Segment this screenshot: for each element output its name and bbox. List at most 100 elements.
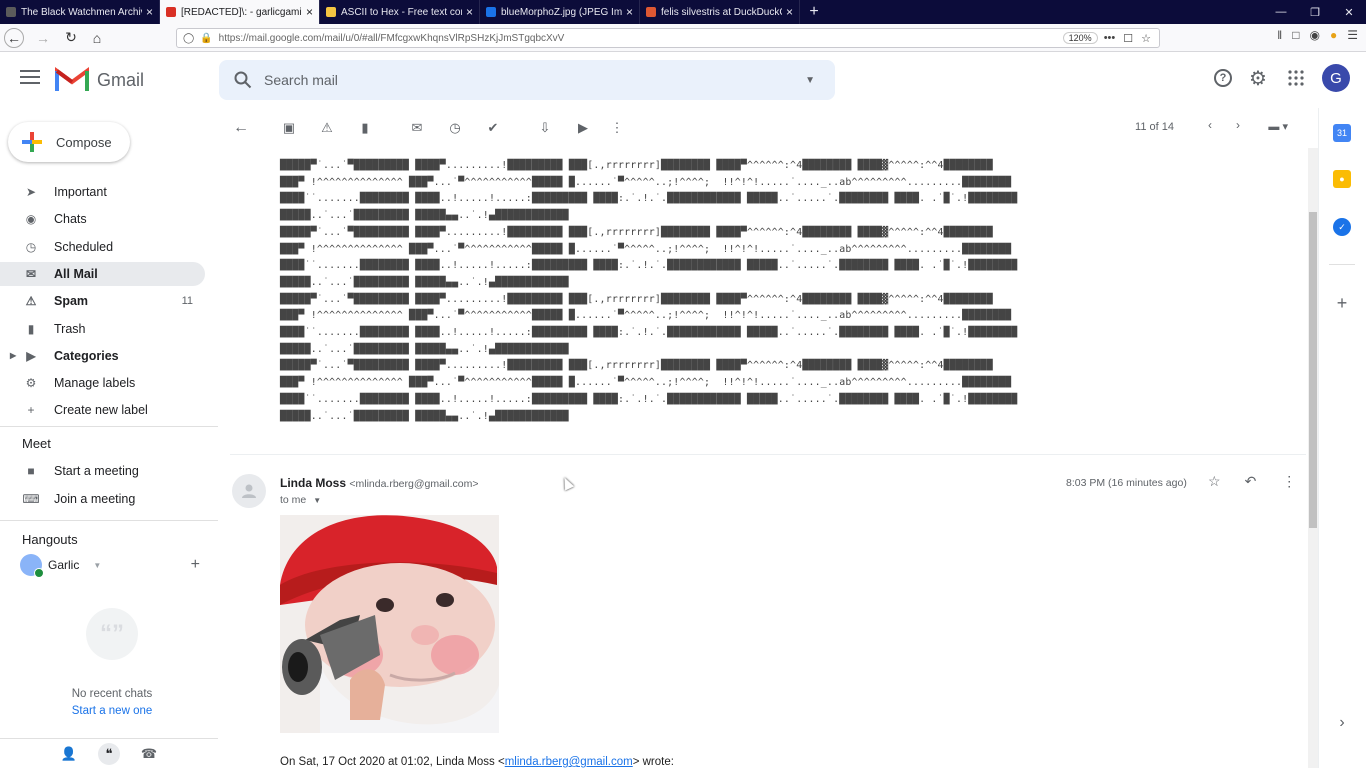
sidebar-item-categories[interactable]: ▶ ▶ Categories — [0, 344, 205, 368]
new-tab-button[interactable]: + — [800, 0, 828, 24]
report-spam-icon[interactable]: ⚠ — [317, 118, 337, 138]
more-options-icon[interactable]: ⋮ — [1282, 473, 1296, 490]
chat-bubble-icon: “” — [86, 608, 138, 660]
close-window-icon[interactable]: ✕ — [1332, 0, 1366, 24]
browser-tab[interactable]: blueMorphoZ.jpg (JPEG Image × — [480, 0, 640, 24]
archive-icon[interactable]: ▣ — [279, 118, 299, 138]
gmail-logo[interactable]: Gmail — [55, 67, 144, 93]
close-tab-icon[interactable]: × — [786, 5, 793, 19]
browser-tab[interactable]: [REDACTED]\: - garlicgaming × — [160, 0, 320, 24]
browser-tab[interactable]: felis silvestris at DuckDuckGo × — [640, 0, 800, 24]
close-tab-icon[interactable]: × — [306, 5, 313, 19]
forward-icon[interactable]: → — [32, 27, 54, 49]
more-vert-icon[interactable]: ⋮ — [607, 118, 627, 138]
menu-icon[interactable]: ☰ — [1347, 28, 1358, 42]
help-icon[interactable]: ? — [1214, 69, 1232, 87]
add-chat-icon[interactable]: + — [191, 556, 200, 574]
maximize-icon[interactable]: ❐ — [1298, 0, 1332, 24]
keep-icon[interactable]: ● — [1333, 170, 1351, 188]
extension-icon[interactable]: ● — [1330, 28, 1337, 42]
start-meeting-item[interactable]: ■ Start a meeting — [0, 459, 205, 483]
older-chevron-icon[interactable]: › — [1236, 118, 1240, 132]
calendar-icon[interactable]: 31 — [1333, 124, 1351, 142]
home-icon[interactable]: ⌂ — [86, 27, 108, 49]
expand-caret-icon[interactable]: ▶ — [10, 351, 16, 360]
tab-favicon-icon — [486, 7, 496, 17]
back-to-list-icon[interactable]: ← — [231, 118, 251, 138]
browser-tab[interactable]: ASCII to Hex - Free text conve × — [320, 0, 480, 24]
compose-button[interactable]: Compose — [8, 122, 130, 162]
scrollbar-thumb[interactable] — [1309, 212, 1317, 528]
apps-grid-icon[interactable] — [1284, 66, 1308, 90]
mark-unread-icon[interactable]: ✉ — [407, 118, 427, 138]
message-view: █████▀˙...˙▀█████████ ████▀.........!███… — [218, 148, 1308, 768]
sender-avatar — [232, 474, 266, 508]
message-scrollbar[interactable] — [1308, 148, 1318, 768]
search-input[interactable]: Search mail — [264, 72, 805, 88]
input-tools-icon[interactable]: ▬ ▾ — [1268, 120, 1288, 133]
delete-icon[interactable]: ▮ — [355, 118, 375, 138]
sidebar-item-spam[interactable]: ⚠ Spam 11 — [0, 289, 205, 313]
shield-icon: ◯ — [183, 32, 195, 44]
main-menu-icon[interactable] — [20, 70, 40, 88]
sender-name[interactable]: Linda Moss — [280, 476, 346, 490]
labels-icon[interactable]: ▶ — [573, 118, 593, 138]
start-new-chat-link[interactable]: Start a new one — [0, 705, 224, 717]
reply-icon[interactable]: ↶ — [1245, 473, 1257, 490]
account-icon[interactable]: ◉ — [1310, 28, 1320, 42]
newer-chevron-icon[interactable]: ‹ — [1208, 118, 1212, 132]
bookmark-star-icon[interactable]: ☆ — [1141, 32, 1151, 45]
sidebar-item-all-mail[interactable]: ✉ All Mail — [0, 261, 205, 286]
sidebar-toggle-icon[interactable]: □ — [1292, 28, 1299, 42]
search-icon[interactable] — [234, 71, 252, 89]
browser-tab[interactable]: The Black Watchmen Archive S × — [0, 0, 160, 24]
status-dropdown-icon[interactable]: ▼ — [93, 561, 101, 570]
close-tab-icon[interactable]: × — [146, 5, 153, 19]
show-details-icon[interactable]: ▼ — [313, 496, 321, 505]
zoom-level[interactable]: 120% — [1062, 32, 1098, 44]
more-actions-icon[interactable]: ••• — [1104, 32, 1116, 45]
phone-icon[interactable]: ☎ — [138, 743, 160, 765]
expand-panel-chevron-icon[interactable]: › — [1333, 714, 1351, 732]
gmail-header: Gmail Search mail ▼ ? ⚙ G — [0, 52, 1366, 108]
library-icon[interactable]: ‖ — [1277, 28, 1282, 42]
join-meeting-item[interactable]: ⌨ Join a meeting — [0, 487, 205, 511]
back-icon[interactable]: ← — [4, 27, 24, 48]
search-bar[interactable]: Search mail ▼ — [219, 60, 835, 100]
get-addons-plus-icon[interactable]: + — [1333, 293, 1351, 313]
sidebar-item-important[interactable]: ➤ Important — [0, 180, 205, 204]
contacts-icon[interactable]: 👤 — [58, 743, 80, 765]
sidebar-item-trash[interactable]: ▮ Trash — [0, 317, 205, 341]
reload-icon[interactable]: ↻ — [60, 27, 82, 49]
add-to-tasks-icon[interactable]: ✔ — [483, 118, 503, 138]
hangouts-user[interactable]: Garlic ▼ + — [20, 554, 200, 578]
tasks-icon[interactable]: ✓ — [1333, 218, 1351, 236]
snooze-icon[interactable]: ◷ — [445, 118, 465, 138]
sidebar-item-scheduled[interactable]: ◷ Scheduled — [0, 235, 205, 259]
search-options-icon[interactable]: ▼ — [805, 75, 815, 86]
sidebar-footer: 👤 ❝ ☎ — [0, 738, 218, 768]
tab-favicon-icon — [6, 7, 16, 17]
gnome-with-gun-image[interactable] — [280, 515, 499, 733]
important-icon: ➤ — [25, 185, 37, 199]
recipients-toggle[interactable]: to me ▼ — [280, 494, 321, 506]
account-avatar[interactable]: G — [1322, 64, 1350, 92]
chat-quote-icon[interactable]: ❝ — [98, 742, 120, 765]
pocket-icon[interactable]: ☐ — [1123, 32, 1133, 45]
minimize-icon[interactable]: — — [1264, 0, 1298, 24]
close-tab-icon[interactable]: × — [626, 5, 633, 19]
sidebar-item-manage-labels[interactable]: ⚙ Manage labels — [0, 371, 205, 395]
close-tab-icon[interactable]: × — [466, 5, 473, 19]
sidebar-item-chats[interactable]: ◉ Chats — [0, 207, 205, 231]
trash-icon: ▮ — [27, 321, 35, 336]
move-to-icon[interactable]: ⇩ — [535, 118, 555, 138]
address-bar[interactable]: ◯ 🔒 https://mail.google.com/mail/u/0/#al… — [176, 28, 1160, 48]
settings-gear-icon[interactable]: ⚙ — [1246, 66, 1270, 90]
plus-icon: + — [27, 403, 35, 418]
sidebar-item-create-new-label[interactable]: + Create new label — [0, 398, 205, 422]
tab-favicon-icon — [646, 7, 656, 17]
ascii-line: █████..˙...˙█████████ █████▄▄..˙.!▄█████… — [280, 343, 569, 355]
sidebar-item-label: Chats — [54, 212, 87, 227]
star-icon[interactable]: ☆ — [1208, 473, 1221, 490]
quoted-email-link[interactable]: mlinda.rberg@gmail.com — [505, 756, 633, 768]
